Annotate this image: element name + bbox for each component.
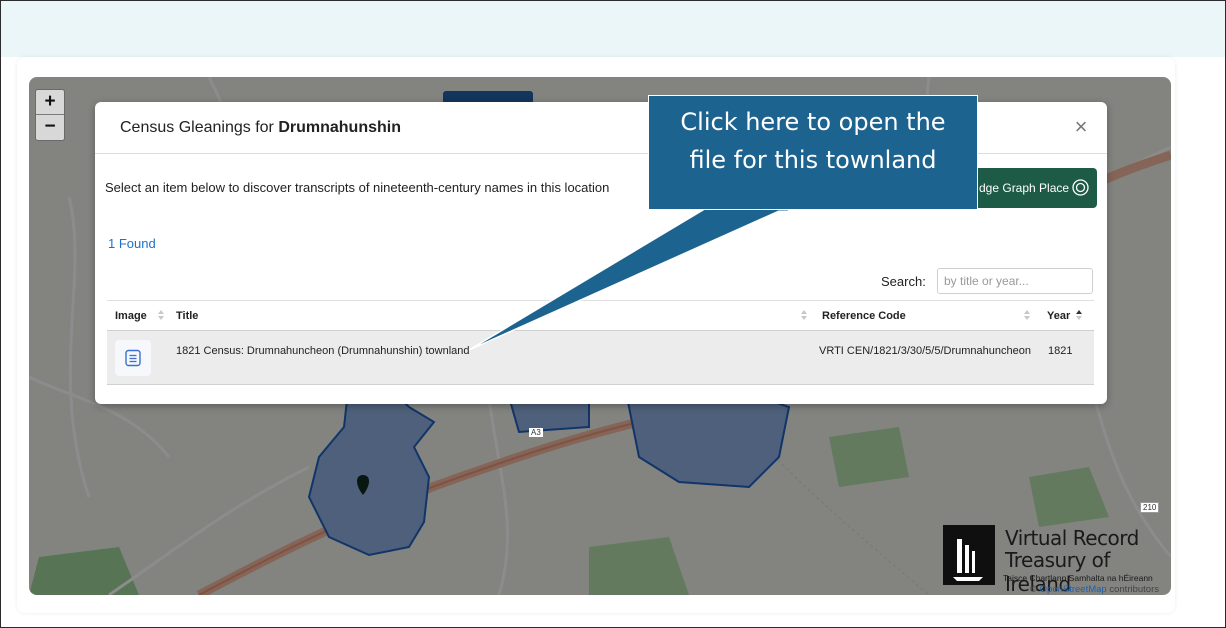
- callout-text-line1: Click here to open the: [680, 108, 946, 136]
- instruction-callout: Click here to open the file for this tow…: [648, 95, 978, 210]
- callout-text-line2: file for this townland: [689, 146, 937, 174]
- callout-pointer: [468, 206, 789, 351]
